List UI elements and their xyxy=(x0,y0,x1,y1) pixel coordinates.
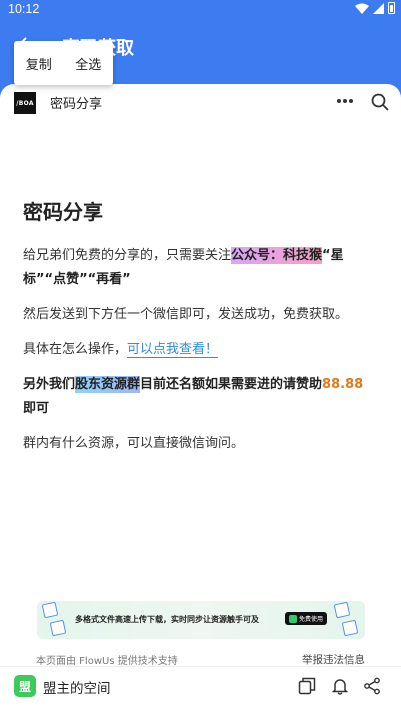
page-name: 密码分享 xyxy=(50,97,103,112)
paragraph-group: 另外我们股东资源群目前还名额如果需要进的请赞助88.88 即可 xyxy=(23,373,373,421)
copy-page-icon[interactable] xyxy=(298,677,316,695)
search-icon[interactable] xyxy=(371,93,389,111)
article-body: 密码分享 给兄弟们免费的分享的，只需要关注公众号：科技猴“星标”“点赞”“再看”… xyxy=(23,196,373,467)
copy-menu-item[interactable]: 复制 xyxy=(26,54,52,73)
paragraph-follow: 给兄弟们免费的分享的，只需要关注公众号：科技猴“星标”“点赞”“再看” xyxy=(23,244,373,292)
page-toolbar: /BOA 密码分享 xyxy=(0,84,401,120)
highlight-group: 股东资源群 xyxy=(75,376,141,393)
paragraph-bold-text: 目前还名额如果需要进的请赞助 xyxy=(140,377,323,392)
file-icon xyxy=(341,619,359,637)
text-selection-menu: 复制 全选 xyxy=(14,41,113,85)
status-time: 10:12 xyxy=(8,2,40,16)
powered-by-text: 本页面由 FlowUs 提供技术支持 xyxy=(36,656,178,667)
paragraph-howto: 具体在怎么操作，可以点我查看！ xyxy=(23,338,373,362)
more-options-icon[interactable] xyxy=(336,96,354,106)
paragraph-text: 具体在怎么操作， xyxy=(23,342,128,357)
battery-icon xyxy=(388,2,395,14)
app-icon xyxy=(288,614,297,623)
content-card: /BOA 密码分享 密码分享 给兄弟们免费的分享的，只需要关注公众号：科技猴“星… xyxy=(0,84,401,709)
account-name[interactable]: 盟主的空间 xyxy=(43,677,111,697)
report-link[interactable]: 举报违法信息 xyxy=(302,652,365,667)
wifi-icon xyxy=(355,3,369,14)
paragraph-text: 给兄弟们免费的分享的，只需要关注 xyxy=(23,248,232,263)
bell-icon[interactable] xyxy=(331,677,349,695)
status-icons xyxy=(355,2,395,14)
banner-free-use-button[interactable]: 免费使用 xyxy=(285,612,327,625)
file-icon xyxy=(333,601,351,619)
sponsor-amount: 88.88 xyxy=(322,377,364,392)
banner-button-label: 免费使用 xyxy=(298,616,323,623)
page-logo: /BOA xyxy=(14,92,36,114)
promo-banner[interactable]: 多格式文件高速上传下载，实时同步让资源触手可及 免费使用 xyxy=(37,601,365,639)
banner-text: 多格式文件高速上传下载，实时同步让资源触手可及 xyxy=(75,615,259,624)
share-icon[interactable] xyxy=(363,677,381,695)
howto-link[interactable]: 可以点我查看！ xyxy=(127,342,219,358)
article-title: 密码分享 xyxy=(23,200,103,224)
signal-icon xyxy=(373,2,384,14)
bottom-bar: 盟 盟主的空间 xyxy=(0,666,401,709)
select-all-menu-item[interactable]: 全选 xyxy=(75,54,101,73)
paragraph-bold-text: 即可 xyxy=(23,401,50,416)
avatar[interactable]: 盟 xyxy=(14,675,36,697)
status-bar: 10:12 xyxy=(0,0,401,18)
file-icon xyxy=(41,601,59,619)
paragraph-resources: 群内有什么资源，可以直接微信询问。 xyxy=(23,436,245,451)
paragraph-bold-text: 另外我们 xyxy=(23,377,76,392)
highlight-account: 公众号：科技猴 xyxy=(231,247,323,264)
paragraph-send: 然后发送到下方任一个微信即可，发送成功，免费获取。 xyxy=(23,307,349,322)
file-icon xyxy=(49,619,67,637)
